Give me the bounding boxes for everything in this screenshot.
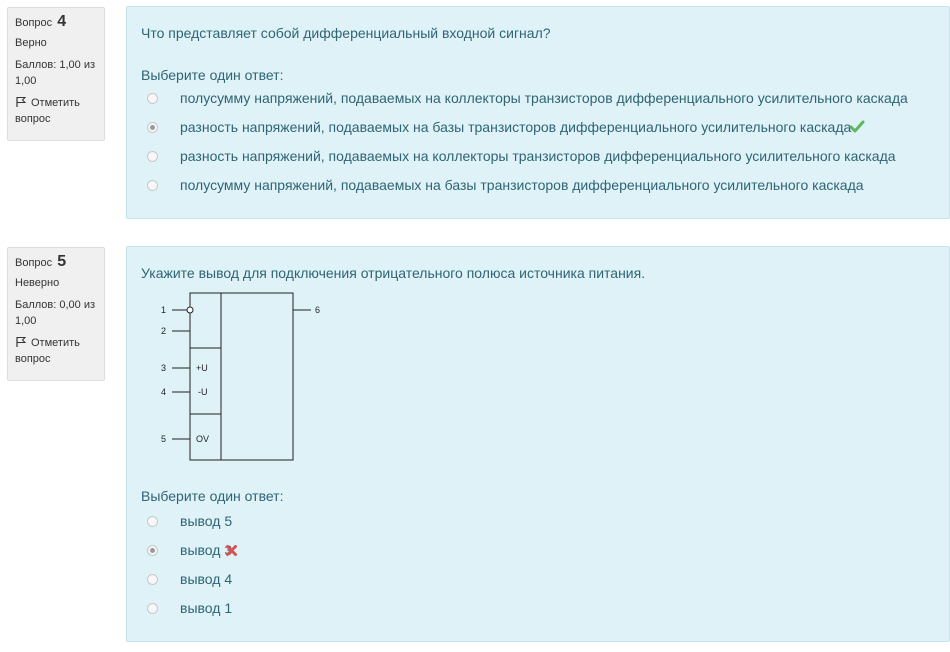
answer-label: разность напряжений, подаваемых на базы … <box>180 119 852 135</box>
question-content: Что представляет собой дифференциальный … <box>126 6 950 219</box>
pin-number: 3 <box>161 363 166 373</box>
pin-number: 1 <box>161 305 166 315</box>
pin-label: +U <box>196 363 208 373</box>
question-state: Неверно <box>15 277 60 289</box>
answer-prompt: Выберите один ответ: <box>141 488 284 504</box>
answer-label: вывод 4 <box>180 571 233 587</box>
answer-radio[interactable] <box>147 574 158 585</box>
flag-icon <box>16 97 27 107</box>
answer-radio[interactable] <box>147 93 158 104</box>
pin-number: 2 <box>161 326 166 336</box>
question-number: Вопрос 4 <box>15 13 67 30</box>
incorrect-cross-icon <box>226 545 238 556</box>
question-text: Что представляет собой дифференциальный … <box>141 25 551 41</box>
answer-label: полусумму напряжений, подаваемых на колл… <box>180 90 908 106</box>
pin-number: 5 <box>161 434 166 444</box>
question-state: Верно <box>15 37 47 49</box>
pin-number: 4 <box>161 387 166 397</box>
pin-label: OV <box>196 434 209 444</box>
question-number: Вопрос 5 <box>15 253 67 270</box>
flag-question-link[interactable]: Отметить вопрос <box>15 335 97 367</box>
question-info-panel: Вопрос 4 Верно Баллов: 1,00 из 1,00 Отме… <box>7 7 105 141</box>
question-info-panel: Вопрос 5 Неверно Баллов: 0,00 из 1,00 От… <box>7 247 105 381</box>
answer-radio[interactable] <box>147 122 158 133</box>
pin-number: 6 <box>315 305 320 315</box>
answer-label: вывод 1 <box>180 600 233 616</box>
answer-label: полусумму напряжений, подаваемых на базы… <box>180 177 864 193</box>
answer-label: вывод 5 <box>180 513 233 529</box>
answer-radio[interactable] <box>147 545 158 556</box>
correct-check-icon <box>849 120 865 133</box>
question-content: Укажите вывод для подключения отрицатель… <box>126 246 950 642</box>
answer-label: разность напряжений, подаваемых на колле… <box>180 148 896 164</box>
answer-radio[interactable] <box>147 180 158 191</box>
answer-radio[interactable] <box>147 516 158 527</box>
question-grade: Баллов: 0,00 из 1,00 <box>15 299 96 327</box>
flag-icon <box>16 337 27 347</box>
answer-prompt: Выберите один ответ: <box>141 67 284 83</box>
flag-question-link[interactable]: Отметить вопрос <box>15 95 97 127</box>
answer-radio[interactable] <box>147 151 158 162</box>
answer-radio[interactable] <box>147 603 158 614</box>
question-grade: Баллов: 1,00 из 1,00 <box>15 59 96 87</box>
circuit-diagram: 1 2 3 4 5 6 +U -U OV <box>161 292 320 461</box>
question-text: Укажите вывод для подключения отрицатель… <box>141 265 646 281</box>
pin-1-inverter-circle <box>186 306 194 314</box>
pin-label: -U <box>198 387 208 397</box>
